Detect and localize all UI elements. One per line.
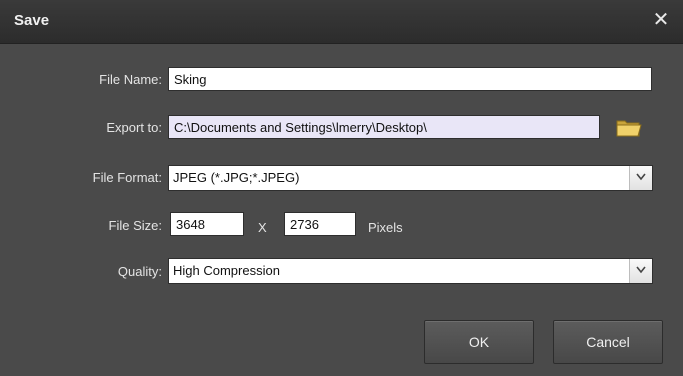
file-name-field[interactable] (168, 67, 652, 91)
quality-select[interactable]: High Compression (168, 258, 653, 284)
chevron-down-icon[interactable] (629, 166, 652, 190)
units-label: Pixels (368, 220, 403, 235)
quality-value: High Compression (173, 263, 280, 278)
file-size-label: File Size: (108, 218, 162, 233)
dimension-separator: X (258, 220, 267, 235)
file-name-label: File Name: (99, 72, 162, 87)
title-bar[interactable]: Save ✕ (0, 0, 683, 44)
save-dialog: Save ✕ File Name: Export to: File Format… (0, 0, 683, 376)
cancel-button[interactable]: Cancel (553, 320, 663, 364)
height-field[interactable] (284, 212, 356, 236)
export-to-label: Export to: (106, 120, 162, 135)
file-format-select[interactable]: JPEG (*.JPG;*.JPEG) (168, 165, 653, 191)
close-icon[interactable]: ✕ (649, 8, 673, 32)
file-format-value: JPEG (*.JPG;*.JPEG) (173, 170, 300, 185)
file-format-label: File Format: (92, 170, 162, 185)
width-field[interactable] (170, 212, 244, 236)
folder-icon[interactable] (614, 114, 644, 140)
export-path-field[interactable] (168, 115, 600, 139)
quality-label: Quality: (117, 264, 162, 279)
ok-button[interactable]: OK (424, 320, 534, 364)
dialog-title: Save (14, 12, 50, 29)
chevron-down-icon[interactable] (629, 259, 652, 283)
